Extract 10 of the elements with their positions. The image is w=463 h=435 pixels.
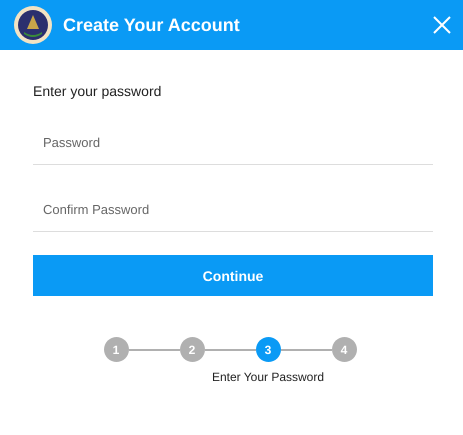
close-button[interactable]: [431, 14, 453, 36]
step-indicator: 4: [332, 337, 356, 362]
step-caption: Enter Your Password: [212, 370, 324, 384]
step-indicator: 2: [180, 337, 204, 362]
step-indicator: 1: [104, 337, 128, 362]
emblem-icon: [13, 5, 53, 45]
continue-button[interactable]: Continue: [33, 255, 433, 296]
close-icon: [431, 14, 453, 36]
dialog-title: Create Your Account: [63, 14, 241, 36]
password-prompt: Enter your password: [33, 83, 162, 99]
